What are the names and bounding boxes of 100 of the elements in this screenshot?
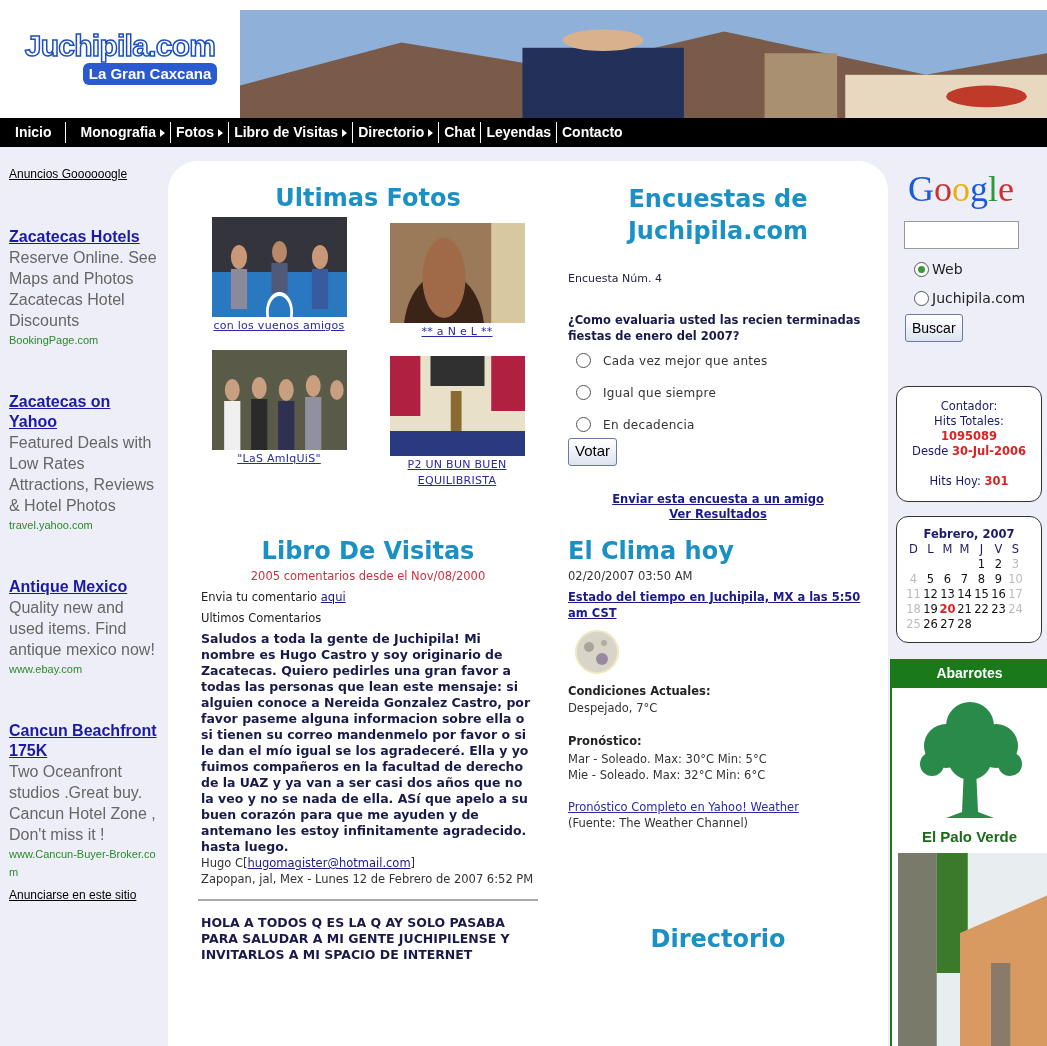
photo-caption[interactable]: ** a N e L **	[421, 324, 493, 340]
counter-label: Desde	[912, 444, 950, 458]
section-heading: Directorio	[649, 923, 787, 955]
ad-url[interactable]: travel.yahoo.com	[9, 516, 157, 534]
weekday-label: M	[941, 542, 954, 557]
calendar-day[interactable]: 16	[990, 587, 1007, 602]
calendar-day[interactable]: 12	[922, 587, 939, 602]
nav-link[interactable]: Directorio	[352, 122, 439, 143]
comment-count: 2005 comentarios desde el Nov/08/2000	[249, 567, 487, 585]
ad-title[interactable]: Cancun Beachfront 175K	[9, 721, 157, 761]
counter-value: 301	[984, 474, 1009, 488]
comment-prompt: Envia tu comentario	[201, 589, 319, 604]
ad-text: Reserve Online. See Maps and Photos Zacatecas Hotel Discounts	[9, 248, 157, 331]
nav-link[interactable]: Contacto	[555, 122, 628, 143]
comments-subheading: Ultimos Comentarios	[200, 610, 323, 627]
nav-link[interactable]: Libro de Visitas	[228, 122, 353, 143]
calendar-day[interactable]: 14	[956, 587, 973, 602]
advertise-link[interactable]: Anunciarse en este sitio	[9, 886, 168, 904]
sponsor-heading: Abarrotes	[892, 659, 1047, 688]
nav-link[interactable]: Monografia	[64, 122, 170, 143]
counter-label: Contador:	[940, 399, 998, 414]
weekday-label: L	[926, 542, 935, 557]
forecast-line: Mar - Soleado. Max: 30°C Min: 5°C	[568, 750, 768, 767]
forecast-label: Pronóstico:	[568, 733, 643, 751]
weather-link[interactable]: Estado del tiempo en Juchipila, MX a las 5:50 am CST	[568, 588, 868, 621]
search-field[interactable]	[904, 221, 1019, 249]
ad-title[interactable]: Zacatecas on Yahoo	[9, 392, 157, 432]
section-heading: Libro De Visitas	[260, 535, 476, 566]
section-heading: Encuestas de Juchipila.com	[625, 184, 810, 247]
counter-label: Hits Hoy:	[929, 474, 982, 488]
weekday-label: D	[908, 542, 919, 557]
calendar-day[interactable]: 7	[956, 572, 973, 587]
photo-caption[interactable]: con los vuenos amigos	[213, 318, 345, 334]
comment-author: Hugo C[	[201, 856, 248, 871]
poll-link[interactable]: Enviar esta encuesta a un amigo	[612, 491, 824, 507]
ad-url[interactable]: www.Cancun-Buyer-Broker.com	[9, 845, 157, 881]
calendar-day[interactable]: 15	[973, 587, 990, 602]
calendar-day[interactable]: 23	[990, 602, 1007, 617]
nav-link[interactable]: Fotos	[170, 122, 229, 143]
comment-link[interactable]: aqui	[320, 589, 346, 604]
ad-url[interactable]: www.ebay.com	[9, 660, 157, 678]
radio-button[interactable]	[576, 385, 591, 400]
calendar-day[interactable]: 2	[990, 557, 1007, 572]
option-label: Cada vez mejor que antes	[603, 352, 768, 370]
nav-link[interactable]: Leyendas	[480, 122, 556, 143]
logo-subtitle: La Gran Caxcana	[82, 62, 218, 86]
logo-title[interactable]: Juchipila.com	[24, 30, 216, 61]
radio-button[interactable]	[576, 353, 591, 368]
nav-link[interactable]: Inicio	[10, 122, 57, 143]
conditions-label: Condiciones Actuales:	[568, 682, 712, 700]
calendar-day[interactable]: 8	[973, 572, 990, 587]
comment-date: Zapopan, jal, Mex - Lunes 12 de Febrero de 2007 6:52 PM	[201, 871, 535, 888]
section-heading: Ultimas Fotos	[274, 183, 462, 213]
radio-button[interactable]	[576, 417, 591, 432]
calendar-day[interactable]: 1	[973, 557, 990, 572]
calendar-day[interactable]: 28	[956, 617, 973, 632]
calendar-day[interactable]: 20	[939, 602, 956, 617]
section-heading: El Clima hoy	[568, 535, 735, 566]
weekday-label: M	[958, 542, 971, 557]
comment-text: HOLA A TODOS Q ES LA Q AY SOLO PASABA PARA SALUDAR A MI GENTE JUCHIPILENSE Y INVITARLOS A MI SPACIO DE INTERNET	[201, 915, 511, 964]
radio-button[interactable]	[914, 291, 929, 306]
weather-source: (Fuente: The Weather Channel)	[568, 814, 750, 831]
nav-link[interactable]: Chat	[438, 122, 481, 143]
vote-button[interactable]: Votar	[568, 437, 618, 466]
moon-icon	[574, 628, 620, 675]
photo-caption[interactable]: P2 UN BUN BUEN EQUILIBRISTA	[388, 457, 526, 489]
option-label: Web	[932, 260, 963, 279]
poll-question: ¿Como evaluaria usted las recien terminadas fiestas de enero del 2007?	[568, 311, 862, 344]
counter-label: Hits Totales:	[934, 414, 1004, 429]
weekday-label: V	[993, 542, 1004, 557]
search-button[interactable]: Buscar	[905, 314, 963, 342]
google-logo: Google	[907, 169, 1015, 209]
calendar-title: Febrero, 2007	[922, 527, 1016, 542]
weekday-label: J	[978, 542, 985, 557]
ads-heading[interactable]: Anuncios Goooooogle	[9, 165, 168, 183]
counter-value: 30-Jul-2006	[952, 444, 1026, 458]
poll-link[interactable]: Ver Resultados	[669, 506, 767, 522]
calendar-day[interactable]: 19	[922, 602, 939, 617]
option-label: En decadencia	[603, 416, 695, 434]
forecast-link[interactable]: Pronóstico Completo en Yahoo! Weather	[568, 798, 868, 815]
ad-url[interactable]: BookingPage.com	[9, 331, 157, 349]
calendar-day[interactable]: 21	[956, 602, 973, 617]
photo-caption[interactable]: "LaS AmIqUiS"	[237, 451, 321, 467]
ad-title[interactable]: Antique Mexico	[9, 577, 157, 597]
calendar-day[interactable]: 27	[939, 617, 956, 632]
calendar-day[interactable]: 5	[922, 572, 939, 587]
option-label: Igual que siempre	[603, 384, 717, 402]
comment-text: Saludos a toda la gente de Juchipila! Mi nombre es Hugo Castro y soy originario de Zacatecas. Quiero pedirles una gran favor a todas las personas que lean este mensaje: si alguien conoce a Nereida Gonzalez Castro, por favor paseme alguna informacion sobre ella o si tienen su correo mandenmelo por favor o si le dan el mío igual se los agradeceré. Ella y yo fuimos compañeros en la facultad de derecho de la UAZ y ya van a ser casi dos años que no la veo y no se nada de ella. ASí que apelo a su buen corazón para que me ayuden y de antemano les estoy infinitamente agradecido. hasta luego.	[201, 631, 532, 856]
option-label: Juchipila.com	[932, 289, 1026, 308]
calendar-day[interactable]: 22	[973, 602, 990, 617]
calendar-day[interactable]: 9	[990, 572, 1007, 587]
calendar-day[interactable]: 26	[922, 617, 939, 632]
ad-title[interactable]: Zacatecas Hotels	[9, 227, 157, 247]
calendar-day[interactable]: 6	[939, 572, 956, 587]
conditions-value: Despejado, 7°C	[568, 700, 659, 717]
email-link[interactable]: hugomagister@hotmail.com	[247, 856, 411, 871]
radio-button[interactable]	[914, 262, 929, 277]
ad-text: Featured Deals with Low Rates Attractions, Reviews & Hotel Photos	[9, 433, 155, 516]
calendar-day[interactable]: 13	[939, 587, 956, 602]
ad-text: Quality new and used items. Find antique mexico now!	[9, 598, 156, 660]
